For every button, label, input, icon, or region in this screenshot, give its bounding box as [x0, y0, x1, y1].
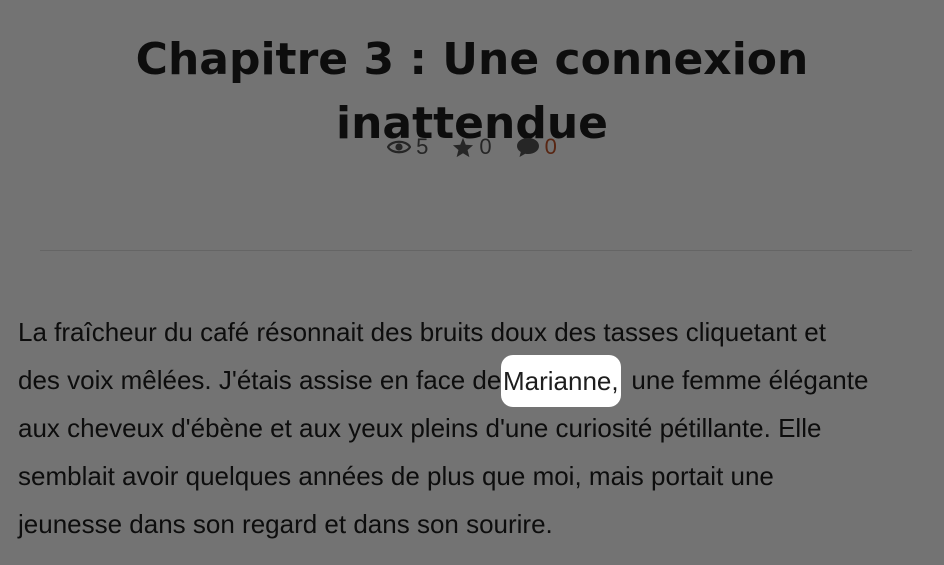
star-icon	[452, 137, 474, 158]
paragraph-line: semblait avoir quelques années de plus q…	[18, 461, 774, 491]
paragraph-line-head: des voix mêlées. J'étais assise en face …	[18, 365, 509, 395]
views-count: 5	[416, 134, 429, 159]
eye-icon	[387, 138, 412, 156]
paragraph-line-tail: une femme élégante	[624, 365, 869, 395]
comment-icon	[516, 137, 540, 158]
paragraph-line: aux cheveux d'ébène et aux yeux pleins d…	[18, 413, 822, 443]
stars-count: 0	[479, 134, 492, 159]
highlighted-word-marianne[interactable]: Marianne,	[501, 355, 621, 407]
section-divider	[40, 250, 912, 251]
chapter-body: La fraîcheur du café résonnait des bruit…	[18, 308, 918, 548]
comments-stat: 0	[516, 134, 557, 160]
paragraph-line: jeunesse dans son regard et dans son sou…	[18, 509, 553, 539]
views-stat: 5	[387, 134, 428, 160]
stars-stat: 0	[452, 134, 492, 160]
chapter-stats: 5 0 0	[0, 132, 944, 162]
paragraph-line: des voix mêlées. J'étais assise en face …	[18, 356, 918, 404]
paragraph-line: La fraîcheur du café résonnait des bruit…	[18, 317, 826, 347]
comments-count: 0	[544, 134, 557, 159]
chapter-page: Chapitre 3 : Une connexion inattendue 5 …	[0, 0, 944, 565]
